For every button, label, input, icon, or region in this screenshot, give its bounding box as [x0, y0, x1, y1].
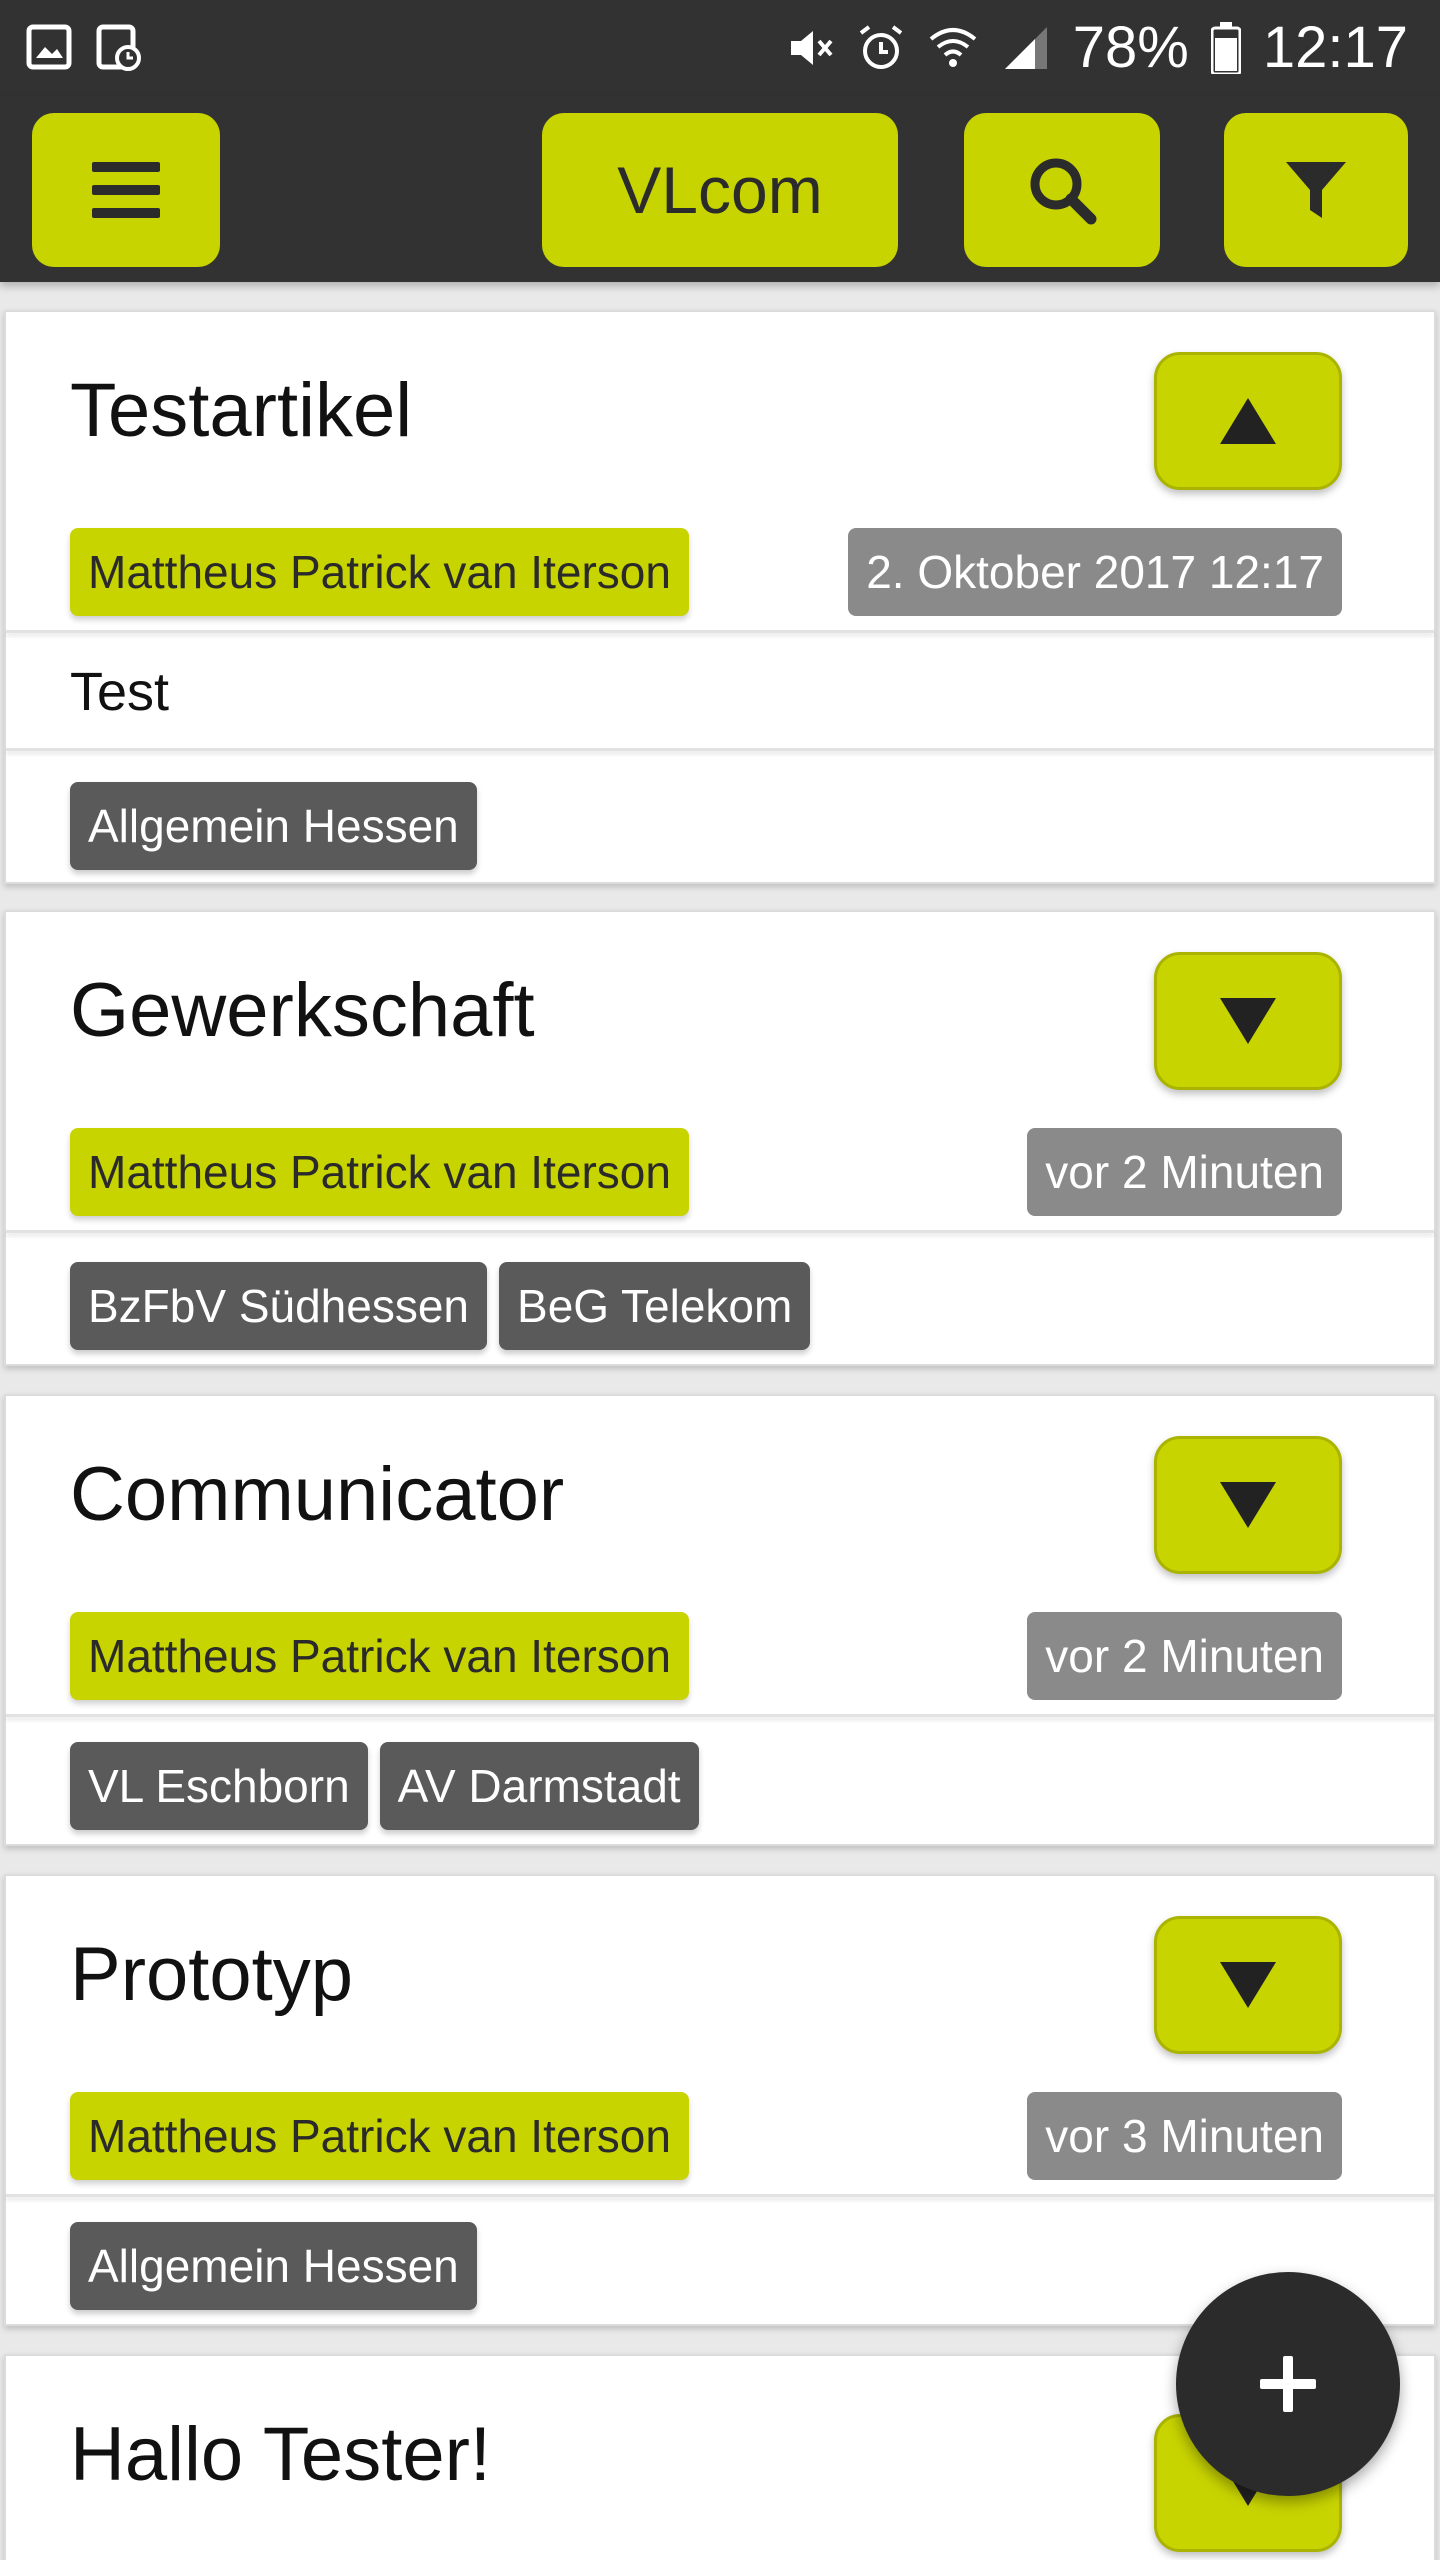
chevron-down-icon: [1220, 998, 1276, 1044]
chevron-down-icon: [1220, 1482, 1276, 1528]
tag-chip[interactable]: AV Darmstadt: [379, 1742, 699, 1830]
article-title: Hallo Tester!: [70, 2412, 492, 2497]
image-icon: [26, 22, 72, 77]
tag-list: Allgemein Hessen: [70, 782, 477, 870]
date-chip: vor 2 Minuten: [1027, 1612, 1342, 1700]
divider: [6, 2194, 1434, 2197]
plus-icon: [1260, 2356, 1316, 2412]
article-title: Prototyp: [70, 1932, 354, 2017]
mute-icon: [785, 23, 835, 73]
author-chip[interactable]: Mattheus Patrick van Iterson: [70, 1128, 689, 1216]
search-button[interactable]: [964, 113, 1160, 267]
tag-chip[interactable]: Allgemein Hessen: [70, 782, 477, 870]
tag-chip[interactable]: Allgemein Hessen: [70, 2222, 477, 2310]
filter-button[interactable]: [1224, 113, 1408, 267]
signal-icon: [1001, 23, 1051, 73]
chevron-up-icon: [1220, 398, 1276, 444]
expand-button[interactable]: [1154, 1436, 1342, 1574]
article-card[interactable]: Prototyp Mattheus Patrick van Iterson vo…: [4, 1874, 1436, 2326]
author-chip[interactable]: Mattheus Patrick van Iterson: [70, 2092, 689, 2180]
app-title: VLcom: [617, 153, 823, 227]
article-feed: Testartikel Mattheus Patrick van Iterson…: [0, 282, 1440, 2560]
tag-chip[interactable]: BeG Telekom: [499, 1262, 811, 1350]
battery-percentage: 78%: [1072, 15, 1189, 80]
date-chip: 2. Oktober 2017 12:17: [848, 528, 1342, 616]
app-bar: VLcom: [0, 96, 1440, 282]
menu-icon: [92, 162, 160, 218]
divider: [6, 630, 1434, 633]
filter-icon: [1286, 162, 1346, 218]
article-card[interactable]: Communicator Mattheus Patrick van Iterso…: [4, 1394, 1436, 1846]
article-title: Communicator: [70, 1452, 565, 1537]
expand-button[interactable]: [1154, 952, 1342, 1090]
divider: [6, 1714, 1434, 1717]
add-article-button[interactable]: [1176, 2272, 1400, 2496]
article-title: Gewerkschaft: [70, 968, 535, 1053]
article-card[interactable]: Gewerkschaft Mattheus Patrick van Iterso…: [4, 910, 1436, 1366]
author-chip[interactable]: Mattheus Patrick van Iterson: [70, 1612, 689, 1700]
expand-button[interactable]: [1154, 1916, 1342, 2054]
search-icon: [1030, 158, 1097, 225]
divider: [6, 748, 1434, 751]
alarm-icon: [857, 23, 905, 73]
tag-list: VL Eschborn AV Darmstadt: [70, 1742, 699, 1830]
date-chip: vor 3 Minuten: [1027, 2092, 1342, 2180]
tag-chip[interactable]: BzFbV Südhessen: [70, 1262, 488, 1350]
article-title: Testartikel: [70, 368, 413, 453]
tag-list: Allgemein Hessen: [70, 2222, 477, 2310]
collapse-button[interactable]: [1154, 352, 1342, 490]
article-card[interactable]: Testartikel Mattheus Patrick van Iterson…: [4, 310, 1436, 884]
tag-chip[interactable]: VL Eschborn: [70, 1742, 368, 1830]
battery-icon: [1210, 22, 1241, 74]
tag-list: BzFbV Südhessen BeG Telekom: [70, 1262, 811, 1350]
brand-button[interactable]: VLcom: [542, 113, 898, 267]
chevron-down-icon: [1220, 1962, 1276, 2008]
divider: [6, 1230, 1434, 1233]
menu-button[interactable]: [32, 113, 220, 267]
wifi-icon: [927, 23, 979, 73]
article-body: Test: [70, 662, 170, 722]
date-chip: vor 2 Minuten: [1027, 1128, 1342, 1216]
clock-time: 12:17: [1262, 15, 1408, 80]
status-bar: 78% 12:17: [0, 0, 1440, 96]
screenshot-clock-icon: [96, 22, 142, 77]
author-chip[interactable]: Mattheus Patrick van Iterson: [70, 528, 689, 616]
